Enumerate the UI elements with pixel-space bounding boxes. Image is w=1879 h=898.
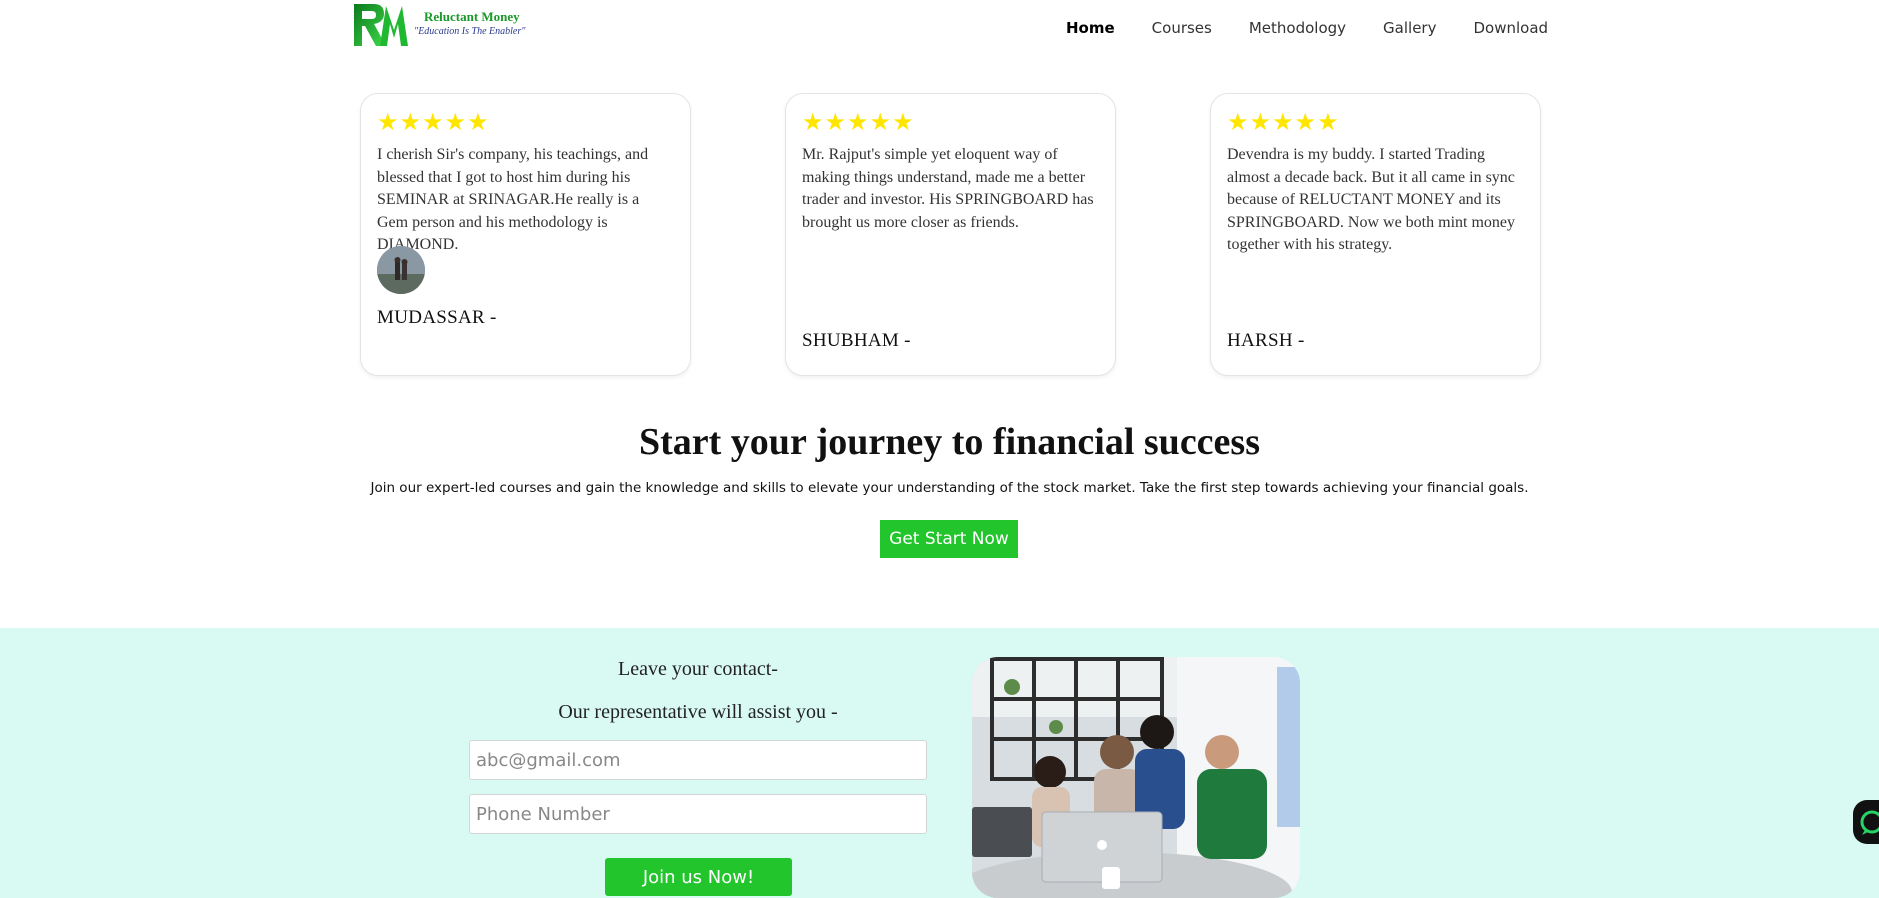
cta-subtitle: Join our expert-led courses and gain the…	[370, 480, 1529, 496]
testimonial-author: SHUBHAM -	[802, 330, 911, 351]
email-input[interactable]	[469, 740, 927, 780]
team-photo-illustration	[972, 657, 1300, 898]
testimonial-quote: I cherish Sir's company, his teachings, …	[377, 146, 649, 253]
star-icon: ★	[1272, 108, 1294, 136]
get-started-button[interactable]: Get Start Now	[880, 520, 1018, 558]
avatar-photo-icon	[377, 246, 425, 294]
star-icon: ★	[444, 108, 467, 136]
contact-section: Leave your contact- Our representative w…	[0, 628, 1879, 898]
logo-mark-icon	[354, 4, 408, 46]
nav-courses[interactable]: Courses	[1152, 19, 1212, 37]
testimonial-card: ★ ★ ★ ★ ★ Mr. Rajput's simple yet eloque…	[785, 93, 1116, 376]
avatar	[377, 246, 425, 294]
logo[interactable]: Reluctant Money "Education Is The Enable…	[352, 0, 537, 52]
star-rating: ★ ★ ★ ★ ★	[1227, 110, 1524, 134]
testimonial-author: MUDASSAR -	[377, 307, 497, 328]
star-icon: ★	[847, 108, 869, 136]
star-icon: ★	[869, 108, 892, 136]
testimonial-card: ★ ★ ★ ★ ★ Devendra is my buddy. I starte…	[1210, 93, 1541, 376]
logo-name: Reluctant Money	[424, 9, 520, 24]
phone-input[interactable]	[469, 794, 927, 834]
testimonial-quote: Mr. Rajput's simple yet eloquent way of …	[802, 146, 1094, 231]
star-rating: ★ ★ ★ ★ ★	[377, 110, 674, 134]
testimonial-card: ★ ★ ★ ★ ★ I cherish Sir's company, his t…	[360, 93, 691, 376]
testimonial-quote: Devendra is my buddy. I started Trading …	[1227, 146, 1516, 253]
star-icon: ★	[824, 108, 847, 136]
testimonial-author: HARSH -	[1227, 330, 1305, 351]
join-button[interactable]: Join us Now!	[605, 858, 792, 896]
star-icon: ★	[422, 108, 444, 136]
star-icon: ★	[1249, 108, 1272, 136]
star-icon: ★	[467, 108, 489, 136]
star-icon: ★	[802, 108, 824, 136]
contact-subheading: Our representative will assist you -	[558, 701, 838, 723]
star-icon: ★	[399, 108, 422, 136]
star-icon: ★	[1294, 108, 1317, 136]
chat-icon	[1860, 810, 1879, 835]
star-icon: ★	[377, 108, 399, 136]
nav-download[interactable]: Download	[1473, 19, 1548, 37]
team-photo	[972, 657, 1300, 898]
star-icon: ★	[892, 108, 914, 136]
nav-methodology[interactable]: Methodology	[1249, 19, 1346, 37]
chat-fab-button[interactable]	[1853, 800, 1879, 844]
contact-heading: Leave your contact-	[618, 658, 778, 680]
cta-title: Start your journey to financial success	[639, 421, 1260, 463]
nav-home[interactable]: Home	[1066, 19, 1115, 37]
site-header: Reluctant Money "Education Is The Enable…	[0, 0, 1879, 60]
star-rating: ★ ★ ★ ★ ★	[802, 110, 1099, 134]
star-icon: ★	[1317, 108, 1339, 136]
logo-tagline: "Education Is The Enabler"	[414, 26, 526, 37]
main-nav: Home Courses Methodology Gallery Downloa…	[1066, 19, 1585, 37]
nav-gallery[interactable]: Gallery	[1383, 19, 1436, 37]
star-icon: ★	[1227, 108, 1249, 136]
